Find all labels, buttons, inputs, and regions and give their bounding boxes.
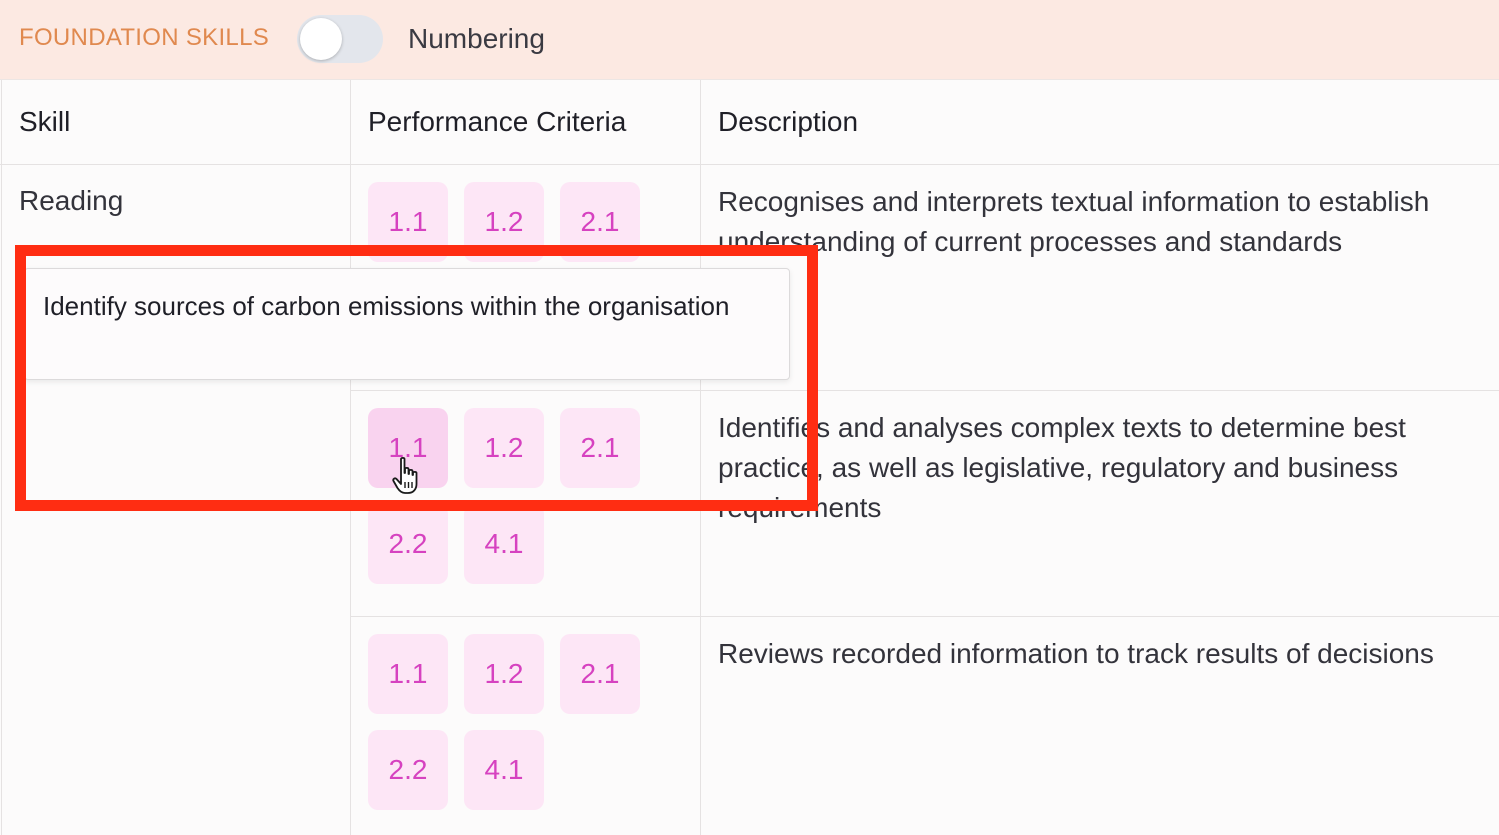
criteria-chip[interactable]: 1.1	[368, 634, 448, 714]
column-divider	[700, 80, 701, 835]
criteria-chip[interactable]: 2.2	[368, 504, 448, 584]
column-header-skill: Skill	[19, 106, 71, 137]
description-text: Reviews recorded information to track re…	[718, 638, 1434, 669]
criteria-chip[interactable]: 1.2	[464, 182, 544, 262]
page: FOUNDATION SKILLS Numbering Skill Perfor…	[0, 0, 1499, 835]
criteria-chip[interactable]: 2.1	[560, 634, 640, 714]
row-divider	[0, 164, 1499, 165]
toggle-knob	[300, 18, 342, 60]
row-divider	[351, 616, 1499, 617]
criteria-chip[interactable]: 2.1	[560, 182, 640, 262]
description-text: Identifies and analyses complex texts to…	[718, 412, 1406, 523]
criteria-tooltip: Identify sources of carbon emissions wit…	[24, 268, 790, 380]
criteria-chip[interactable]: 1.1	[368, 182, 448, 262]
numbering-toggle[interactable]	[297, 15, 383, 63]
criteria-chip[interactable]: 4.1	[464, 730, 544, 810]
row-divider	[351, 390, 1499, 391]
criteria-chip[interactable]: 2.2	[368, 730, 448, 810]
column-header-description: Description	[718, 106, 859, 137]
column-divider	[350, 80, 351, 835]
criteria-chip[interactable]: 1.2	[464, 634, 544, 714]
skill-name: Reading	[19, 185, 124, 216]
criteria-chip[interactable]: 4.1	[464, 504, 544, 584]
header-bar: FOUNDATION SKILLS Numbering	[0, 0, 1499, 80]
criteria-chip[interactable]: 2.1	[560, 408, 640, 488]
criteria-chip[interactable]: 1.1	[368, 408, 448, 488]
column-header-performance-criteria: Performance Criteria	[368, 106, 627, 137]
criteria-chip[interactable]: 1.2	[464, 408, 544, 488]
section-title: FOUNDATION SKILLS	[19, 24, 270, 51]
description-text: Recognises and interprets textual inform…	[718, 186, 1430, 257]
toggle-label: Numbering	[408, 23, 545, 54]
column-divider	[1, 80, 2, 835]
